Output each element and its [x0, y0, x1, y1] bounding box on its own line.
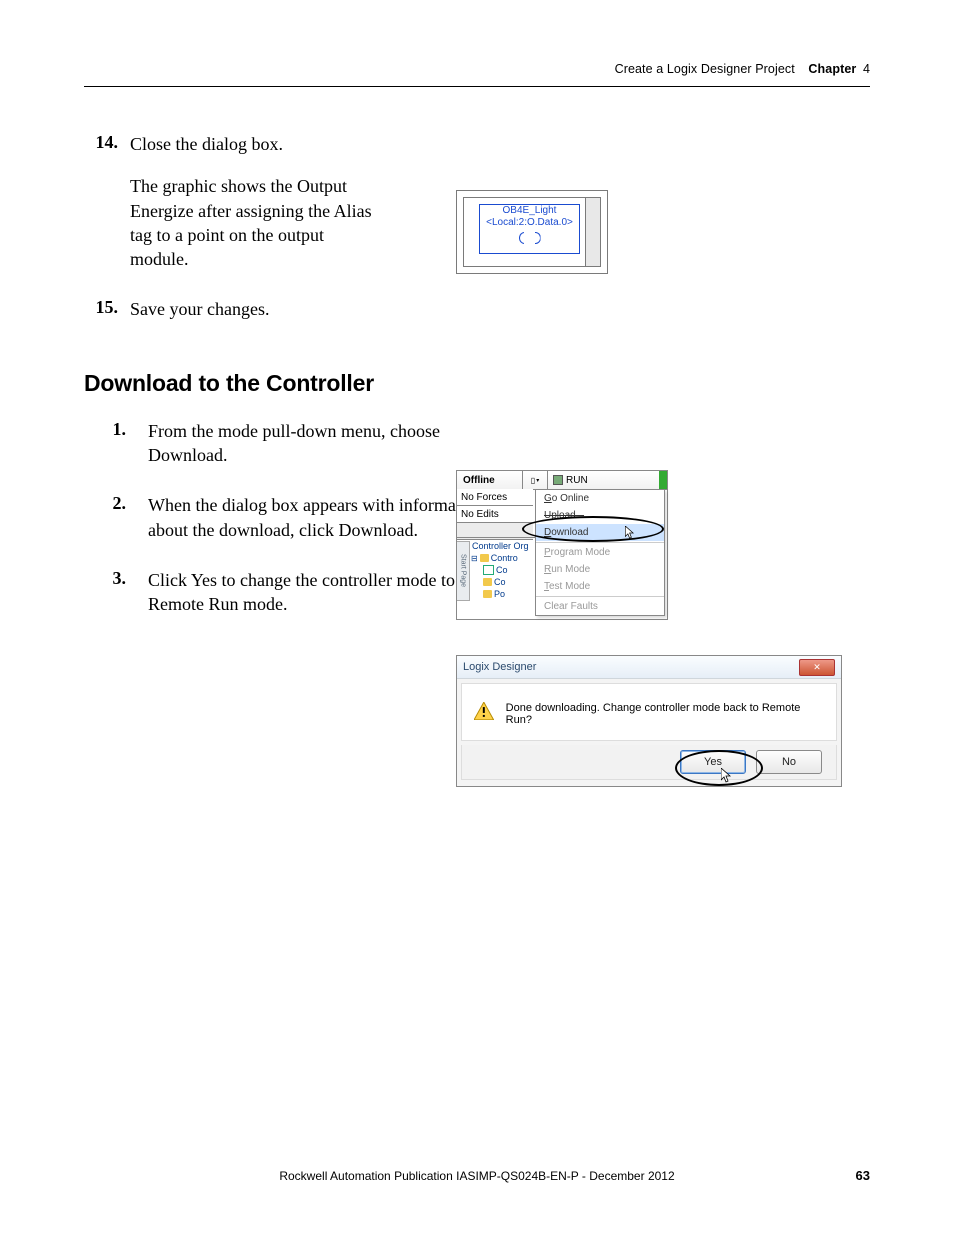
chapter-label: Chapter — [808, 62, 856, 76]
step-text: Click Yes to change the controller mode … — [148, 568, 488, 617]
tree-item[interactable]: Co — [496, 565, 508, 575]
tree-item[interactable]: Contro — [491, 553, 518, 563]
step-text: Save your changes. — [130, 297, 440, 321]
menu-test-mode: Test Mode — [536, 578, 664, 595]
tree-item[interactable]: Po — [494, 589, 505, 599]
figure-mode-menu: Offline ▯▾ RUN No Forces No Edits Contro… — [456, 470, 668, 620]
menu-program-mode: Program Mode — [536, 544, 664, 561]
status-run: RUN — [548, 475, 593, 486]
close-button[interactable]: ✕ — [799, 659, 835, 676]
step-number: 2. — [102, 493, 126, 514]
dialog-title: Logix Designer — [463, 661, 536, 673]
folder-icon — [480, 554, 489, 562]
menu-download[interactable]: Download — [536, 524, 664, 541]
mode-menu: Go Online Upload... Download Program Mod… — [535, 489, 665, 616]
header-rule — [84, 86, 870, 87]
tag-alias: <Local:2:O.Data.0> — [480, 217, 579, 229]
cursor-icon — [721, 768, 733, 784]
menu-label: est Mode — [549, 581, 590, 592]
tag-name: OB4E_Light — [480, 205, 579, 217]
menu-go-online[interactable]: Go Online — [536, 490, 664, 507]
start-page-tab[interactable]: Start Page — [457, 541, 470, 601]
step-number: 15. — [84, 297, 118, 318]
figure-confirm-dialog: Logix Designer ✕ Done downloading. Chang… — [456, 655, 842, 787]
status-no-edits[interactable]: No Edits — [457, 506, 533, 523]
step-text: From the mode pull-down menu, choose Dow… — [148, 419, 458, 468]
folder-icon — [483, 590, 492, 598]
page-footer: Rockwell Automation Publication IASIMP-Q… — [0, 1169, 954, 1183]
menu-clear-faults: Clear Faults — [536, 598, 664, 615]
status-offline[interactable]: Offline — [457, 471, 523, 489]
menu-upload[interactable]: Upload... — [536, 507, 664, 524]
menu-label: o Online — [552, 493, 589, 504]
folder-icon — [483, 578, 492, 586]
step-number: 1. — [102, 419, 126, 440]
mode-dropdown-icon[interactable]: ▯▾ — [523, 471, 548, 489]
menu-label: Upload... — [544, 510, 584, 521]
step-text: Close the dialog box. — [130, 132, 440, 156]
menu-label: un Mode — [551, 564, 590, 575]
status-run-text: RUN — [566, 475, 588, 486]
step-subpara: The graphic shows the Output Energize af… — [130, 174, 383, 271]
status-led-icon — [553, 475, 563, 485]
menu-label: rogram Mode — [551, 547, 610, 558]
step-text: When the dialog box appears with informa… — [148, 493, 488, 542]
section-heading: Download to the Controller — [84, 370, 870, 397]
status-no-forces[interactable]: No Forces — [457, 489, 533, 506]
chapter-number: 4 — [863, 62, 870, 76]
tree-root[interactable]: Controller Org — [472, 541, 529, 551]
menu-run-mode: Run Mode — [536, 561, 664, 578]
cursor-icon — [625, 526, 636, 540]
breadcrumb: Create a Logix Designer Project — [615, 62, 795, 76]
dialog-titlebar: Logix Designer ✕ — [457, 656, 841, 679]
folder-icon — [483, 565, 494, 575]
rung-rail — [585, 198, 600, 266]
page-header: Create a Logix Designer Project Chapter … — [615, 62, 870, 76]
yes-button[interactable]: Yes — [680, 750, 746, 774]
step-number: 3. — [102, 568, 126, 589]
menu-label: ownload — [551, 527, 588, 538]
step-number: 14. — [84, 132, 118, 153]
status-strip — [659, 471, 667, 489]
tree-item[interactable]: Co — [494, 577, 506, 587]
status-bar: Offline ▯▾ RUN — [457, 471, 667, 490]
coil-icon — [519, 232, 541, 242]
no-button[interactable]: No — [756, 750, 822, 774]
warning-icon — [474, 702, 494, 720]
figure-output-energize: OB4E_Light <Local:2:O.Data.0> — [456, 190, 608, 274]
page-number: 63 — [856, 1168, 870, 1183]
dialog-message: Done downloading. Change controller mode… — [506, 702, 824, 726]
